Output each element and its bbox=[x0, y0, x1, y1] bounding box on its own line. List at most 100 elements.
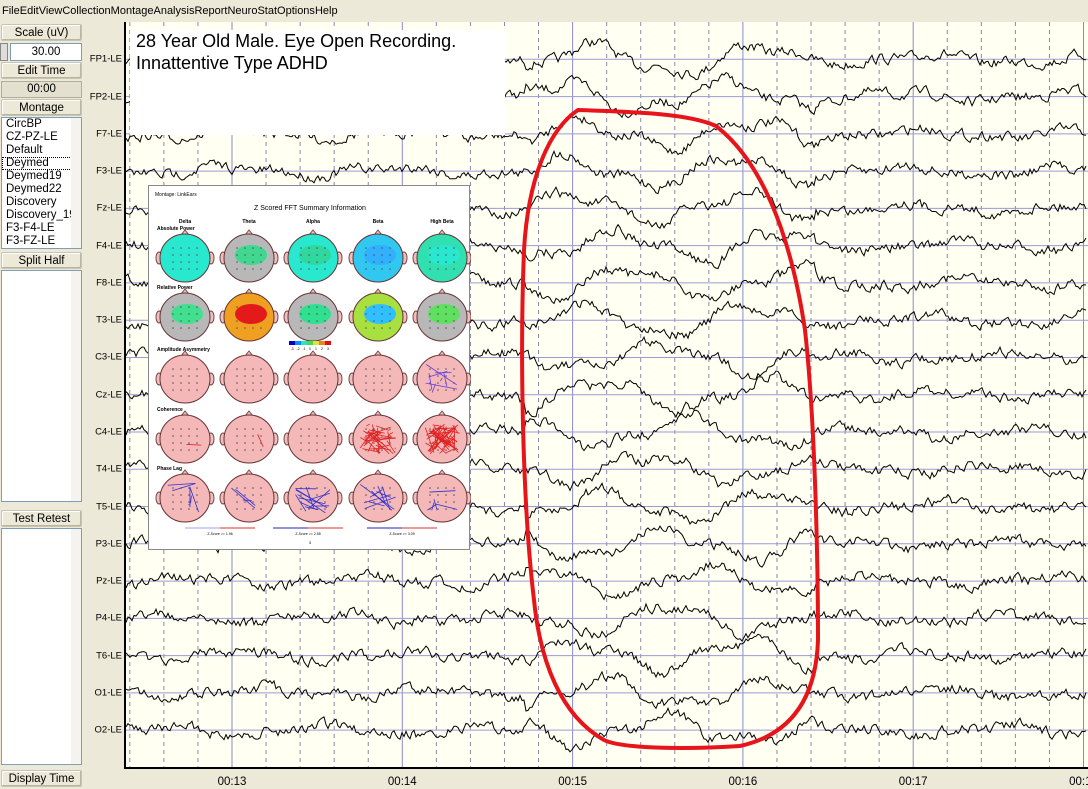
inset-montage: Montage: LinkEars bbox=[155, 192, 197, 198]
channel-label: O2-LE bbox=[94, 724, 122, 736]
menu-edit[interactable]: Edit bbox=[20, 5, 39, 17]
head-map bbox=[348, 288, 408, 342]
row-label: Absolute Power bbox=[157, 226, 195, 232]
head-map bbox=[283, 469, 343, 523]
montage-label: Montage bbox=[1, 99, 82, 116]
time-label: 00:14 bbox=[387, 776, 417, 788]
display-time-button[interactable]: Display Time bbox=[1, 770, 82, 787]
band-label: Delta bbox=[179, 219, 191, 225]
band-label: Beta bbox=[373, 219, 384, 225]
menu-analysis[interactable]: Analysis bbox=[153, 5, 194, 17]
menu-options[interactable]: Options bbox=[277, 5, 315, 17]
colorbar-segment bbox=[313, 341, 319, 345]
montage-item[interactable]: F3-F4-LE bbox=[2, 222, 81, 235]
montage-item[interactable]: Default bbox=[2, 144, 81, 157]
channel-label: C3-LE bbox=[95, 351, 122, 363]
scale-spinner[interactable] bbox=[0, 43, 8, 61]
head-map bbox=[283, 288, 343, 342]
fft-summary-image: Montage: LinkEars Z Scored FFT Summary In… bbox=[148, 185, 471, 550]
channel-label: FP2-LE bbox=[89, 91, 122, 103]
time-label: 00:15 bbox=[558, 776, 587, 788]
montage-item[interactable]: Discovery bbox=[2, 196, 81, 209]
colorbar-segment bbox=[289, 341, 295, 345]
menu-montage[interactable]: Montage bbox=[111, 5, 154, 17]
time-label: 00:18 bbox=[1069, 776, 1088, 788]
channel-label: T3-LE bbox=[96, 314, 122, 326]
montage-list[interactable]: CircBP CZ-PZ-LE Default Deymed Deymed19 Deyme… bbox=[1, 117, 82, 249]
colorbar-tick: 1 bbox=[315, 347, 317, 351]
inset-page-number: 3 bbox=[309, 540, 312, 545]
colorbar-tick: -3 bbox=[290, 347, 293, 351]
head-map bbox=[283, 350, 343, 404]
montage-item[interactable]: CircBP bbox=[2, 118, 81, 131]
head-map bbox=[283, 410, 343, 464]
montage-item[interactable]: Deymed bbox=[2, 157, 72, 170]
scale-label: Scale (uV) bbox=[1, 24, 82, 41]
montage-item[interactable]: CZ-PZ-LE bbox=[2, 131, 81, 144]
band-label: High Beta bbox=[430, 219, 454, 225]
test-retest-list[interactable] bbox=[1, 528, 82, 765]
head-map bbox=[219, 350, 279, 404]
colorbar-tick: 0 bbox=[309, 347, 311, 351]
head-map bbox=[412, 410, 471, 464]
channel-label: FP1-LE bbox=[89, 53, 122, 65]
title-line-2: Innattentive Type ADHD bbox=[136, 53, 328, 73]
menu-view[interactable]: View bbox=[39, 5, 63, 17]
head-map bbox=[348, 350, 408, 404]
legend-label: Z-Score >= 1.96 bbox=[207, 532, 232, 536]
head-map bbox=[283, 229, 343, 283]
montage-scrollbar[interactable] bbox=[71, 118, 81, 248]
colorbar-tick: 3 bbox=[327, 347, 329, 351]
menu-collection[interactable]: Collection bbox=[62, 5, 110, 17]
head-map bbox=[155, 350, 215, 404]
menu-help[interactable]: Help bbox=[315, 5, 338, 17]
colorbar-tick: 2 bbox=[321, 347, 323, 351]
menu-bar: File Edit View Collection Montage Analysis Rep… bbox=[0, 0, 1088, 22]
channel-label: O1-LE bbox=[94, 687, 122, 699]
head-map bbox=[219, 469, 279, 523]
colorbar-segment bbox=[295, 341, 301, 345]
row-label: Relative Power bbox=[157, 285, 193, 291]
montage-item[interactable]: Deymed19 bbox=[2, 170, 81, 183]
menu-file[interactable]: File bbox=[2, 5, 20, 17]
channel-label: Pz-LE bbox=[96, 575, 122, 587]
test-retest-scrollbar[interactable] bbox=[71, 529, 81, 764]
test-retest-button[interactable]: Test Retest bbox=[1, 510, 82, 527]
montage-item[interactable]: F3-FZ-LE bbox=[2, 235, 81, 248]
scale-input[interactable]: 30.00 bbox=[10, 43, 82, 61]
colorbar-tick: -1 bbox=[302, 347, 305, 351]
head-map bbox=[348, 410, 408, 464]
head-map bbox=[412, 288, 471, 342]
legend-label: Z-Score >= 3.09 bbox=[389, 532, 414, 536]
colorbar-segment bbox=[325, 341, 331, 345]
split-half-scrollbar[interactable] bbox=[71, 271, 81, 501]
head-map bbox=[155, 229, 215, 283]
head-map bbox=[348, 469, 408, 523]
channel-label: P3-LE bbox=[95, 538, 122, 550]
connection-line bbox=[188, 503, 190, 506]
montage-item[interactable]: Discovery_19 bbox=[2, 209, 81, 222]
inset-title: Z Scored FFT Summary Information bbox=[254, 205, 366, 212]
menu-neurostat[interactable]: NeuroStat bbox=[227, 5, 277, 17]
head-map bbox=[219, 410, 279, 464]
colorbar-tick: -2 bbox=[296, 347, 299, 351]
edit-time-value: 00:00 bbox=[1, 81, 82, 98]
channel-label: T5-LE bbox=[96, 501, 122, 513]
channel-label: P4-LE bbox=[95, 612, 122, 624]
head-map bbox=[155, 469, 215, 523]
channel-label: F8-LE bbox=[96, 277, 122, 289]
channel-labels: FP1-LE FP2-LE F7-LE F3-LE Fz-LE F4-LE F8-LE T3-… bbox=[86, 22, 124, 789]
menu-report[interactable]: Report bbox=[194, 5, 227, 17]
colorbar-segment bbox=[307, 341, 313, 345]
split-half-button[interactable]: Split Half bbox=[1, 252, 82, 269]
time-label: 00:16 bbox=[728, 776, 758, 788]
time-label: 00:17 bbox=[898, 776, 928, 788]
split-half-list[interactable] bbox=[1, 270, 82, 502]
row-label: Phase Lag bbox=[157, 466, 182, 472]
legend-label: Z-Score >= 2.58 bbox=[295, 532, 320, 536]
head-map bbox=[219, 288, 279, 342]
title-line-1: 28 Year Old Male. Eye Open Recording. bbox=[136, 31, 457, 51]
edit-time-button[interactable]: Edit Time bbox=[1, 62, 82, 79]
head-map bbox=[412, 350, 471, 404]
montage-item[interactable]: Deymed22 bbox=[2, 183, 81, 196]
